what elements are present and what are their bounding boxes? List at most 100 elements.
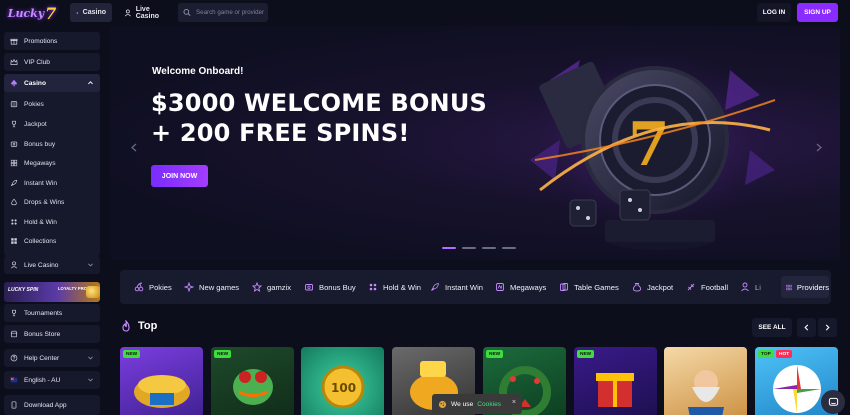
- cookie-link[interactable]: Cookies: [477, 401, 501, 408]
- slide-dot[interactable]: [502, 247, 516, 249]
- flag-icon: [10, 377, 18, 383]
- category-pokies[interactable]: Pokies: [134, 270, 172, 304]
- hero-prev-arrow-icon[interactable]: [130, 143, 138, 152]
- category-label: Pokies: [149, 282, 172, 292]
- sidebar-item-promotions[interactable]: Promotions: [4, 32, 100, 50]
- chevron-up-icon[interactable]: [87, 79, 94, 86]
- cookie-close-button[interactable]: ×: [512, 399, 516, 406]
- sidebar: Promotions VIP Club Casino Pokies Jackpo…: [0, 26, 104, 415]
- carousel-prev-button[interactable]: [797, 318, 816, 337]
- login-button[interactable]: LOG IN: [757, 3, 791, 22]
- sidebar-item-language[interactable]: English - AU: [4, 371, 100, 389]
- sidebar-item-live-casino[interactable]: Live Casino: [4, 256, 100, 274]
- slide-dot[interactable]: [482, 247, 496, 249]
- category-new-games[interactable]: New games: [184, 270, 239, 304]
- logo[interactable]: Lucky 7: [4, 2, 60, 24]
- chevron-down-icon[interactable]: [87, 376, 94, 383]
- flame-icon: [122, 320, 130, 332]
- sidebar-item-instant-win[interactable]: Instant Win: [4, 174, 100, 192]
- category-hold-win[interactable]: Hold & Win: [368, 270, 421, 304]
- game-tile[interactable]: 100: [301, 347, 384, 415]
- join-now-button[interactable]: JOIN NOW: [151, 165, 208, 187]
- category-label: Football: [701, 282, 729, 292]
- sidebar-item-label: Live Casino: [24, 261, 59, 269]
- sidebar-item-vip-club[interactable]: VIP Club: [4, 53, 100, 71]
- tab-casino-label: Casino: [82, 9, 106, 16]
- sidebar-item-help-center[interactable]: Help Center: [4, 349, 100, 367]
- rocket-icon: [10, 179, 18, 187]
- collections-icon: [11, 238, 17, 244]
- see-all-button[interactable]: SEE ALL: [752, 318, 792, 337]
- chevron-down-icon[interactable]: [87, 354, 94, 361]
- cookie-text: We use: [451, 400, 474, 408]
- sidebar-item-label: Drops & Wins: [24, 198, 65, 206]
- category-fade: [748, 270, 778, 304]
- category-table-games[interactable]: Table Games: [559, 270, 619, 304]
- category-megaways[interactable]: Megaways: [495, 270, 546, 304]
- logo-seven: 7: [45, 3, 57, 23]
- carousel-next-button[interactable]: [818, 318, 837, 337]
- sidebar-item-bonus-store[interactable]: Bonus Store: [4, 325, 100, 343]
- tab-live-casino[interactable]: Live Casino: [118, 3, 172, 22]
- gift-icon: [10, 38, 18, 45]
- sidebar-item-label: English - AU: [24, 376, 61, 384]
- sidebar-item-label: Jackpot: [24, 120, 47, 128]
- sidebar-item-label: Casino: [24, 79, 46, 87]
- dealer-icon: [124, 9, 131, 16]
- signup-button[interactable]: SIGN UP: [797, 3, 838, 22]
- sidebar-item-megaways[interactable]: Megaways: [4, 154, 100, 172]
- slot-machine-illustration: 7: [520, 40, 780, 250]
- football-icon: [687, 283, 695, 291]
- game-artwork: 100: [321, 365, 365, 409]
- badge-new: NEW: [486, 350, 504, 358]
- category-instant-win[interactable]: Instant Win: [430, 270, 483, 304]
- game-tile[interactable]: NEW: [120, 347, 203, 415]
- game-tile[interactable]: [664, 347, 747, 415]
- hero-next-arrow-icon[interactable]: [815, 143, 823, 152]
- search-input[interactable]: [196, 9, 268, 16]
- drops-icon: [11, 198, 17, 206]
- sidebar-item-jackpot[interactable]: Jackpot: [4, 115, 100, 133]
- sidebar-item-drops-wins[interactable]: Drops & Wins: [4, 193, 100, 211]
- tab-casino[interactable]: Casino: [70, 3, 112, 22]
- game-tile[interactable]: NEW: [211, 347, 294, 415]
- chevron-left-icon: [804, 324, 809, 331]
- lucky-spin-loyalty-banner[interactable]: LUCKY SPIN LOYALTY PROGRAM: [4, 282, 100, 302]
- search-box[interactable]: [178, 3, 268, 22]
- sidebar-item-casino[interactable]: Casino: [4, 74, 100, 92]
- bonus-buy-icon: [10, 141, 18, 147]
- providers-button[interactable]: Providers: [781, 276, 829, 298]
- slide-indicators: [442, 247, 516, 249]
- badge-new: NEW: [214, 350, 232, 358]
- sidebar-item-download-app[interactable]: Download App: [4, 395, 100, 415]
- cards-icon: [560, 283, 568, 291]
- chat-launcher-button[interactable]: [821, 390, 845, 414]
- sidebar-item-tournaments[interactable]: Tournaments: [4, 304, 100, 322]
- chevron-down-icon[interactable]: [87, 261, 94, 268]
- category-bonus-buy[interactable]: Bonus Buy: [304, 270, 356, 304]
- trophy-icon: [12, 120, 16, 128]
- sidebar-item-collections[interactable]: Collections: [4, 232, 100, 250]
- sidebar-item-bonus-buy[interactable]: Bonus buy: [4, 135, 100, 153]
- game-tile[interactable]: NEW: [574, 347, 657, 415]
- category-gamzix[interactable]: gamzix: [252, 270, 291, 304]
- slide-dot[interactable]: [462, 247, 476, 249]
- badge-hot: HOT: [776, 350, 793, 358]
- sidebar-item-label: Bonus Store: [24, 330, 61, 338]
- sidebar-item-pokies[interactable]: Pokies: [4, 95, 100, 113]
- hero-title-line-2: + 200 FREE SPINS!: [151, 119, 410, 147]
- hero-title-line-1: $3000 WELCOME BONUS: [151, 89, 488, 117]
- category-jackpot[interactable]: Jackpot: [632, 270, 673, 304]
- providers-label: Providers: [796, 282, 829, 292]
- category-label: gamzix: [267, 282, 292, 292]
- sidebar-item-hold-win[interactable]: Hold & Win: [4, 213, 100, 231]
- category-label: New games: [199, 282, 240, 292]
- category-football[interactable]: Football: [686, 270, 728, 304]
- slide-dot[interactable]: [442, 247, 456, 249]
- crown-icon: [10, 58, 18, 65]
- hero-banner[interactable]: Welcome Onboard! $3000 WELCOME BONUS + 2…: [110, 26, 840, 260]
- live-icon: [10, 261, 18, 269]
- chat-icon: [828, 397, 838, 406]
- hero-title: $3000 WELCOME BONUS + 200 FREE SPINS!: [151, 88, 491, 148]
- spade-icon: [11, 79, 17, 87]
